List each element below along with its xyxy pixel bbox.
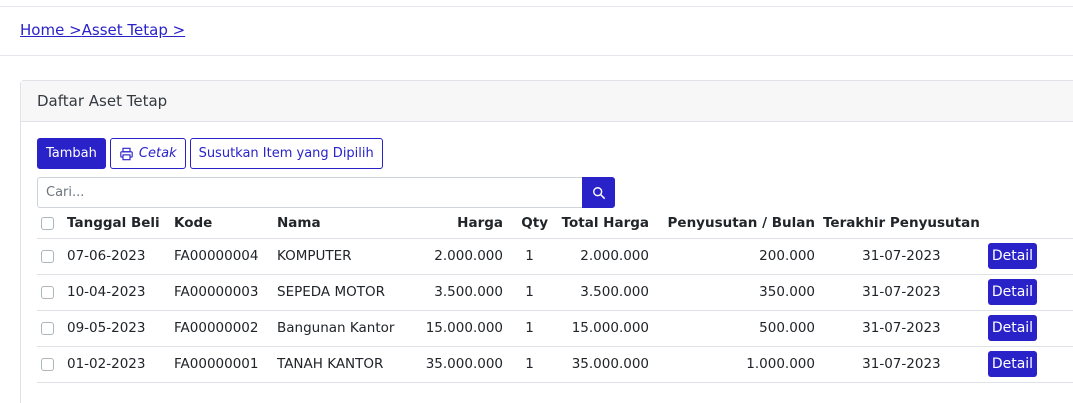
card-title: Daftar Aset Tetap: [21, 81, 1073, 122]
cell-total: 15.000.000: [552, 310, 653, 347]
asset-table: Tanggal Beli Kode Nama Harga Qty Total H…: [37, 209, 1073, 383]
detail-button[interactable]: Detail: [987, 279, 1038, 305]
col-header-name: Nama: [273, 209, 408, 239]
cell-total: 3.500.000: [552, 274, 653, 311]
search-button[interactable]: [582, 177, 615, 208]
breadcrumb-asset-link[interactable]: Asset Tetap >: [82, 21, 186, 39]
row-checkbox[interactable]: [41, 357, 54, 371]
cell-name: KOMPUTER: [273, 238, 408, 275]
asset-list-card: Daftar Aset Tetap Tambah Cetak Susutkan …: [20, 80, 1073, 403]
cell-date: 09-05-2023: [63, 310, 170, 347]
cell-price: 15.000.000: [408, 310, 507, 347]
table-header-row: Tanggal Beli Kode Nama Harga Qty Total H…: [37, 209, 1073, 239]
search-icon: [592, 186, 605, 199]
row-checkbox[interactable]: [41, 249, 54, 263]
printer-icon: [120, 147, 133, 160]
cell-last-depreciation: 31-07-2023: [819, 238, 984, 275]
table-row: 07-06-2023 FA00000004 KOMPUTER 2.000.000 1 2.…: [37, 238, 1073, 275]
cell-last-depreciation: 31-07-2023: [819, 310, 984, 347]
cell-code: FA00000002: [170, 310, 273, 347]
table-row: 09-05-2023 FA00000002 Bangunan Kantor 15.00…: [37, 310, 1073, 347]
cell-name: Bangunan Kantor: [273, 310, 408, 347]
breadcrumb: Home >Asset Tetap >: [20, 21, 185, 39]
cell-date: 07-06-2023: [63, 238, 170, 275]
col-header-action: [983, 209, 1073, 239]
table-row: 10-04-2023 FA00000003 SEPEDA MOTOR 3.500.00…: [37, 274, 1073, 311]
add-button[interactable]: Tambah: [37, 138, 106, 169]
breadcrumb-divider: [0, 55, 1073, 56]
cell-qty: 1: [507, 346, 552, 383]
detail-button[interactable]: Detail: [987, 243, 1038, 269]
cell-price: 2.000.000: [408, 238, 507, 275]
cell-code: FA00000003: [170, 274, 273, 311]
cell-depreciation: 350.000: [653, 274, 819, 311]
cell-name: SEPEDA MOTOR: [273, 274, 408, 311]
cell-code: FA00000004: [170, 238, 273, 275]
col-header-price: Harga: [408, 209, 507, 239]
cell-depreciation: 500.000: [653, 310, 819, 347]
col-header-date: Tanggal Beli: [63, 209, 170, 239]
detail-button[interactable]: Detail: [987, 315, 1038, 341]
row-checkbox[interactable]: [41, 285, 54, 299]
col-header-qty: Qty: [507, 209, 552, 239]
table-row: 01-02-2023 FA00000001 TANAH KANTOR 35.000.0…: [37, 346, 1073, 383]
detail-button[interactable]: Detail: [987, 351, 1038, 377]
col-header-total: Total Harga: [552, 209, 653, 239]
cell-last-depreciation: 31-07-2023: [819, 274, 984, 311]
col-header-code: Kode: [170, 209, 273, 239]
cell-depreciation: 1.000.000: [653, 346, 819, 383]
cell-date: 01-02-2023: [63, 346, 170, 383]
breadcrumb-home-link[interactable]: Home >: [20, 21, 82, 39]
print-button-label: Cetak: [138, 146, 177, 161]
cell-qty: 1: [507, 310, 552, 347]
cell-price: 3.500.000: [408, 274, 507, 311]
cell-name: TANAH KANTOR: [273, 346, 408, 383]
col-header-last-depreciation: Terakhir Penyusutan: [819, 209, 984, 239]
cell-total: 2.000.000: [552, 238, 653, 275]
search-input[interactable]: [37, 177, 582, 208]
depreciate-selected-button[interactable]: Susutkan Item yang Dipilih: [189, 138, 383, 169]
search-group: [37, 177, 615, 208]
select-all-checkbox[interactable]: [41, 216, 54, 230]
col-header-depreciation: Penyusutan / Bulan: [653, 209, 819, 239]
cell-depreciation: 200.000: [653, 238, 819, 275]
cell-last-depreciation: 31-07-2023: [819, 346, 984, 383]
cell-date: 10-04-2023: [63, 274, 170, 311]
toolbar: Tambah Cetak Susutkan Item yang Dipilih: [37, 138, 383, 169]
cell-code: FA00000001: [170, 346, 273, 383]
top-divider: [0, 6, 1073, 7]
cell-price: 35.000.000: [408, 346, 507, 383]
cell-qty: 1: [507, 238, 552, 275]
cell-qty: 1: [507, 274, 552, 311]
row-checkbox[interactable]: [41, 321, 54, 335]
cell-total: 35.000.000: [552, 346, 653, 383]
print-button[interactable]: Cetak: [109, 138, 186, 169]
